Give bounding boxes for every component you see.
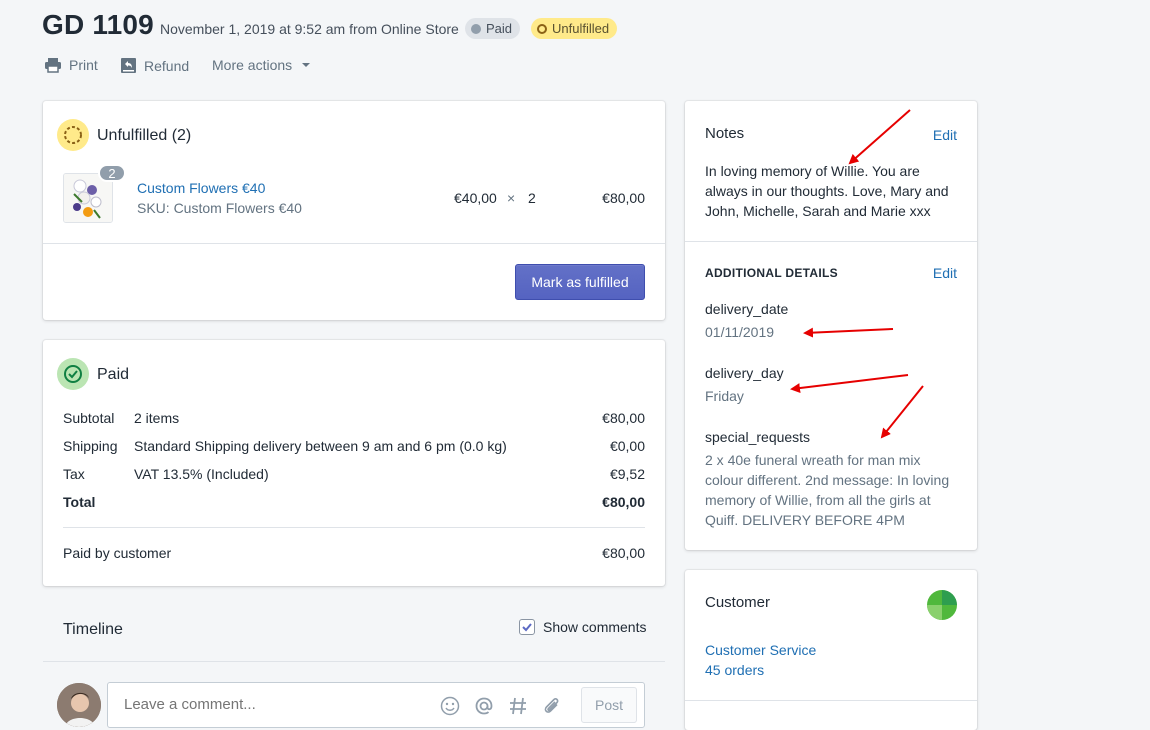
print-button[interactable]: Print (44, 57, 98, 73)
unfulfilled-title: Unfulfilled (2) (97, 127, 192, 144)
printer-icon (45, 58, 61, 73)
product-sku: SKU: Custom Flowers €40 (137, 200, 302, 216)
times-sign: × (507, 190, 516, 206)
checkbox-icon[interactable] (519, 619, 535, 635)
special-requests-key: special_requests (705, 429, 811, 445)
order-meta: November 1, 2019 at 9:52 am from Online … (160, 21, 459, 37)
post-button[interactable]: Post (581, 687, 637, 723)
total-value: €80,00 (602, 494, 645, 510)
line-total: €80,00 (602, 190, 645, 206)
comment-box: Post (107, 682, 645, 728)
unit-price: €40,00 (454, 190, 497, 206)
shipping-value: €0,00 (609, 438, 645, 454)
quantity-badge: 2 (98, 164, 126, 182)
unfulfilled-dot-icon (537, 23, 547, 34)
additional-edit-link[interactable]: Edit (933, 265, 957, 281)
shipping-label: Shipping (63, 438, 118, 454)
paid-title: Paid (97, 366, 130, 383)
subtotal-desc: 2 items (134, 410, 180, 426)
show-comments-label: Show comments (543, 619, 647, 635)
customer-name-link[interactable]: Customer Service (705, 642, 816, 658)
delivery-day-value: Friday (705, 388, 744, 404)
status-badge-unfulfilled: Unfulfilled (531, 18, 618, 39)
subtotal-label: Subtotal (63, 410, 115, 426)
notes-divider (685, 241, 977, 242)
more-actions-button[interactable]: More actions (212, 57, 311, 73)
at-icon[interactable] (474, 696, 494, 716)
product-link[interactable]: Custom Flowers €40 (137, 180, 265, 196)
quantity: 2 (528, 190, 536, 206)
avatar (57, 683, 101, 727)
mark-as-fulfilled-button[interactable]: Mark as fulfilled (515, 264, 645, 300)
unfulfilled-ring-icon (57, 119, 89, 151)
notes-edit-link[interactable]: Edit (933, 127, 957, 143)
shipping-desc: Standard Shipping delivery between 9 am … (134, 438, 507, 454)
total-label: Total (63, 494, 96, 510)
hashtag-icon[interactable] (508, 696, 528, 716)
paid-badge-label: Paid (486, 21, 513, 36)
more-actions-label: More actions (212, 57, 293, 73)
customer-title: Customer (705, 594, 771, 611)
delivery-date-value: 01/11/2019 (705, 324, 775, 340)
delivery-day-key: delivery_day (705, 365, 784, 381)
refund-button[interactable]: Refund (120, 57, 189, 74)
paid-by-label: Paid by customer (63, 545, 172, 561)
refund-label: Refund (144, 57, 190, 74)
notes-text: In loving memory of Willie. You are alwa… (705, 163, 949, 219)
order-number: GD 1109 (42, 9, 154, 40)
caret-down-icon (302, 63, 311, 67)
print-label: Print (69, 57, 98, 73)
tax-desc: VAT 13.5% (Included) (134, 466, 269, 482)
customer-avatar (927, 590, 957, 620)
comment-input[interactable] (122, 695, 422, 714)
special-requests-value: 2 x 40e funeral wreath for man mix colou… (705, 452, 950, 528)
paid-by-value: €80,00 (602, 545, 645, 561)
notes-title: Notes (705, 125, 745, 142)
paid-divider (63, 527, 645, 528)
unfulfilled-badge-label: Unfulfilled (552, 21, 610, 36)
unfulfilled-card: Unfulfilled (2) 2 Custom Flowers €40 SKU… (43, 101, 665, 320)
timeline-title: Timeline (63, 621, 123, 638)
refund-icon (121, 58, 136, 73)
unfulfilled-divider (43, 243, 665, 244)
show-comments-toggle[interactable]: Show comments (519, 619, 646, 635)
delivery-date-key: delivery_date (705, 301, 789, 317)
check-circle-icon (57, 358, 89, 390)
tax-value: €9,52 (609, 466, 645, 482)
customer-orders-link[interactable]: 45 orders (705, 662, 764, 678)
notes-card: Notes Edit In loving memory of Willie. Y… (685, 101, 977, 550)
paid-card: Paid Subtotal 2 items €80,00 Shipping St… (43, 340, 665, 586)
tax-label: Tax (63, 466, 85, 482)
customer-card: Customer Customer Service 45 orders (685, 570, 977, 730)
timeline-divider (43, 661, 665, 662)
paid-dot-icon (471, 23, 481, 34)
subtotal-value: €80,00 (602, 410, 645, 426)
additional-details-title: ADDITIONAL DETAILS (705, 266, 838, 280)
paperclip-icon[interactable] (542, 696, 562, 716)
emoji-icon[interactable] (440, 696, 460, 716)
status-badge-paid: Paid (465, 18, 521, 39)
customer-divider (685, 700, 977, 701)
